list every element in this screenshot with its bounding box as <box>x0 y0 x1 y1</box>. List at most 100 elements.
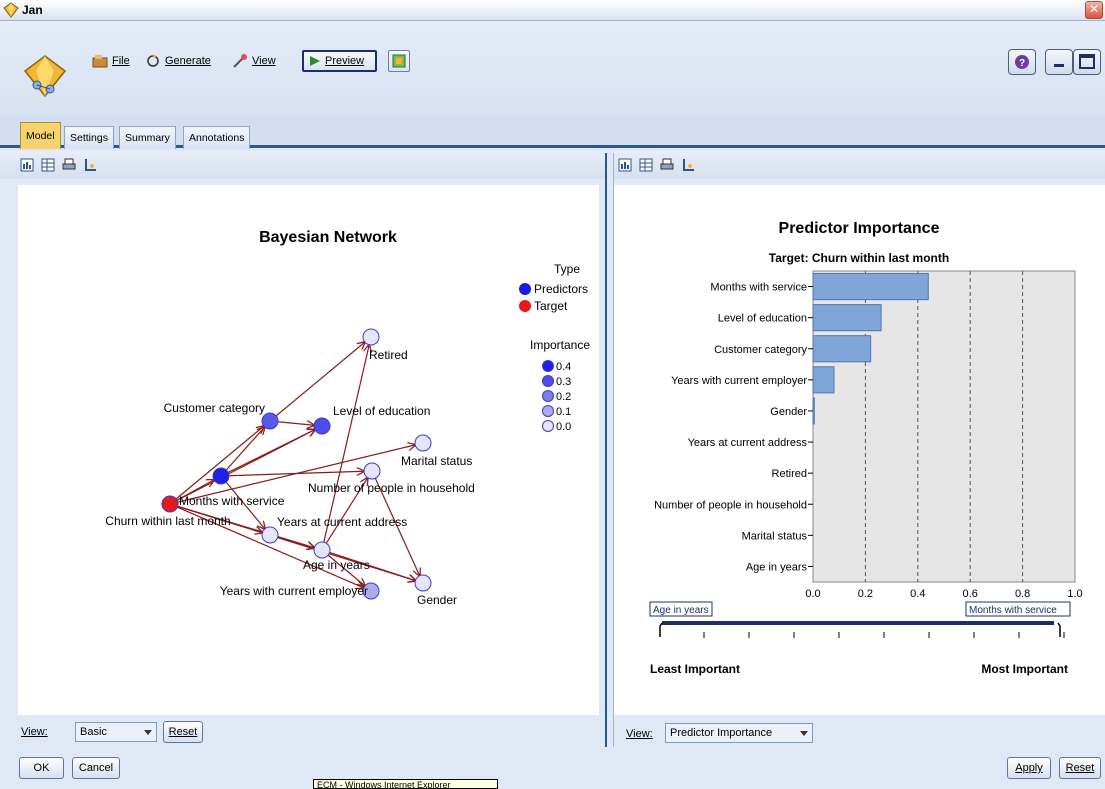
most-important-label: Most Important <box>981 662 1068 676</box>
network-node-retired[interactable]: Retired <box>362 328 408 362</box>
minimize-button[interactable] <box>1045 49 1073 75</box>
node-circle <box>261 412 279 430</box>
left-view-bar: View: Basic Reset <box>0 720 605 747</box>
tab-settings-label: Settings <box>70 132 108 144</box>
print-icon[interactable] <box>62 158 76 172</box>
importance-swatch <box>542 405 554 417</box>
network-edge <box>228 471 364 477</box>
apply-label: Apply <box>1015 762 1043 774</box>
network-node-category[interactable]: Customer category <box>164 401 279 430</box>
tab-annotations-label: Annotations <box>189 132 245 144</box>
slider-left-label: Age in years <box>653 605 709 616</box>
help-button[interactable]: ? <box>1008 49 1036 75</box>
node-label: Customer category <box>164 401 265 415</box>
file-menu[interactable]: File <box>92 51 130 71</box>
ok-label: OK <box>33 762 50 774</box>
importance-label: 0.3 <box>556 376 571 388</box>
copy-data-icon[interactable] <box>41 158 55 172</box>
node-label: Churn within last month <box>105 514 230 528</box>
slider-ticks <box>703 632 1065 638</box>
category-label: Retired <box>772 468 807 480</box>
network-reset-button[interactable]: Reset <box>163 721 203 743</box>
node-circle <box>261 526 279 544</box>
copy-data-icon[interactable] <box>639 158 653 172</box>
legend-target-swatch <box>519 300 531 312</box>
print-icon[interactable] <box>660 158 674 172</box>
node-circle <box>414 434 432 452</box>
close-button[interactable]: ✕ <box>1085 1 1103 19</box>
network-view-select[interactable]: Basic <box>75 722 157 742</box>
network-node-marital[interactable]: Marital status <box>401 434 472 468</box>
chart-subtitle: Target: Churn within last month <box>769 251 949 265</box>
x-tick-label: 0.0 <box>805 588 820 600</box>
node-circle <box>313 417 331 435</box>
node-label: Level of education <box>333 404 430 418</box>
right-view-bar: View: Predictor Importance <box>614 720 1105 747</box>
node-label: Years with current employer <box>220 584 368 598</box>
title-bar: Jan ✕ <box>0 0 1105 21</box>
copy-visualization-icon[interactable] <box>618 158 632 172</box>
category-label: Years with current employer <box>671 375 807 387</box>
network-edge <box>323 345 369 543</box>
network-edge <box>277 536 315 548</box>
importance-legend-items: 0.4 0.3 0.2 0.1 0.0 <box>542 360 571 433</box>
tab-annotations[interactable]: Annotations <box>183 126 251 149</box>
generate-menu[interactable]: Generate <box>145 51 211 71</box>
export-icon <box>392 54 406 68</box>
ok-button[interactable]: OK <box>19 757 64 779</box>
view-menu-label: View <box>252 55 276 67</box>
importance-swatch <box>542 375 554 387</box>
network-node-age[interactable]: Age in years <box>303 541 370 572</box>
least-important-label: Least Important <box>650 662 740 676</box>
chart-bar <box>812 397 815 425</box>
apply-button[interactable]: Apply <box>1007 757 1051 779</box>
view-menu[interactable]: View <box>232 51 276 71</box>
play-icon <box>310 56 320 66</box>
network-node-gender[interactable]: Gender <box>414 574 457 607</box>
node-label: Years at current address <box>277 515 407 529</box>
chart-bar <box>812 335 872 363</box>
generate-icon <box>147 54 159 67</box>
maximize-button[interactable] <box>1073 49 1101 75</box>
tab-settings[interactable]: Settings <box>64 126 114 149</box>
network-edge <box>277 422 314 425</box>
chart-view-select[interactable]: Predictor Importance <box>665 723 813 743</box>
tab-model[interactable]: Model <box>20 122 61 149</box>
network-reset-label: Reset <box>168 726 198 738</box>
node-circle <box>313 541 331 559</box>
importance-swatch <box>542 360 554 372</box>
importance-swatch <box>542 420 554 432</box>
legend-importance-heading: Importance <box>530 338 590 352</box>
chart-view-value: Predictor Importance <box>670 727 773 739</box>
chart-bar <box>812 366 835 394</box>
file-menu-label: File <box>112 55 130 67</box>
cancel-button[interactable]: Cancel <box>72 757 120 779</box>
network-view-value: Basic <box>80 726 107 738</box>
left-panel-toolbar <box>0 151 605 179</box>
panel-splitter[interactable] <box>605 153 614 747</box>
axis-icon[interactable] <box>681 158 695 172</box>
importance-label: 0.1 <box>556 406 571 418</box>
network-node-employer[interactable]: Years with current employer <box>220 582 380 600</box>
chart-x-tick-labels: 0.0 0.2 0.4 0.6 0.8 1.0 <box>805 588 1082 600</box>
network-node-education[interactable]: Level of education <box>313 404 430 435</box>
copy-visualization-icon[interactable] <box>20 158 34 172</box>
taskbar-tooltip: ECM - Windows Internet Explorer <box>313 779 498 789</box>
tab-summary[interactable]: Summary <box>119 126 176 149</box>
category-label: Gender <box>770 406 807 418</box>
cancel-label: Cancel <box>78 762 114 774</box>
svg-text:?: ? <box>1019 58 1025 69</box>
tab-summary-label: Summary <box>125 132 170 144</box>
export-button[interactable] <box>388 50 410 72</box>
reset-button[interactable]: Reset <box>1059 757 1101 779</box>
preview-label: Preview <box>325 55 365 67</box>
node-label: Age in years <box>303 558 370 572</box>
legend-type-heading: Type <box>554 262 580 276</box>
axis-icon[interactable] <box>83 158 97 172</box>
chevron-down-icon <box>800 731 808 736</box>
window-title: Jan <box>22 3 43 17</box>
x-tick-label: 0.4 <box>910 588 925 600</box>
category-label: Customer category <box>714 344 807 356</box>
network-edges <box>175 342 420 588</box>
preview-button[interactable]: Preview <box>302 50 377 72</box>
